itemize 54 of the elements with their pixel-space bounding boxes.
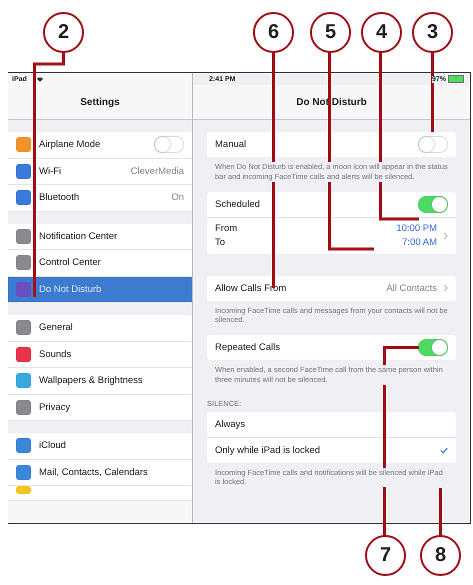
settings-icon xyxy=(16,346,31,362)
settings-icon xyxy=(16,373,31,388)
to-time: 7:00 AM xyxy=(402,237,437,248)
sidebar-item[interactable]: Bluetooth On xyxy=(8,185,192,212)
sidebar-item[interactable]: Airplane Mode xyxy=(8,132,192,158)
option-row[interactable]: Always xyxy=(207,412,456,436)
settings-icon xyxy=(16,438,31,454)
sidebar-item[interactable]: iCloud xyxy=(8,433,192,460)
settings-icon xyxy=(16,400,31,415)
callout-number: 2 xyxy=(43,12,84,53)
toggle-switch[interactable] xyxy=(154,136,184,154)
setting-label: Repeated Calls xyxy=(215,342,281,353)
sidebar-item[interactable]: Control Center xyxy=(8,250,192,276)
sidebar-item[interactable]: Privacy xyxy=(8,394,192,421)
sidebar-item[interactable]: Wi-Fi CleverMedia xyxy=(8,158,192,185)
settings-icon xyxy=(16,190,31,206)
from-time: 10:00 PM xyxy=(396,223,437,234)
callout-number: 5 xyxy=(310,12,351,53)
settings-icon xyxy=(16,164,31,179)
setting-value: All Contacts xyxy=(386,282,437,294)
wifi-icon xyxy=(36,76,44,82)
callout-number: 4 xyxy=(361,12,402,53)
option-row[interactable]: Only while iPad is locked xyxy=(207,436,456,462)
callout-number: 8 xyxy=(420,535,461,576)
sidebar-item[interactable]: Do Not Disturb xyxy=(8,276,192,303)
settings-icon xyxy=(16,282,31,297)
battery-icon xyxy=(448,75,464,83)
toggle-switch[interactable] xyxy=(418,339,448,356)
sidebar-item[interactable]: Mail, Contacts, Calendars xyxy=(8,460,192,486)
checkmark-icon xyxy=(440,446,448,454)
page-title: Do Not Disturb xyxy=(296,96,367,108)
toggle-switch[interactable] xyxy=(418,136,448,153)
setting-label: Scheduled xyxy=(215,198,261,210)
setting-label: Manual xyxy=(215,139,248,150)
settings-icon xyxy=(16,137,31,152)
sidebar-item[interactable]: General xyxy=(8,315,192,342)
sidebar-title: Settings xyxy=(80,96,120,108)
settings-icon xyxy=(16,320,31,336)
sidebar-item[interactable]: Wallpapers & Brightness xyxy=(8,368,192,394)
sidebar-item[interactable]: Sounds xyxy=(8,342,192,368)
chevron-icon xyxy=(443,284,448,292)
leader-line xyxy=(439,488,442,536)
settings-icon xyxy=(16,228,31,244)
to-label: To xyxy=(215,237,226,248)
callout-number: 7 xyxy=(365,535,406,576)
settings-icon xyxy=(16,486,31,494)
callout-number: 3 xyxy=(412,12,453,53)
sidebar-item[interactable]: Notification Center xyxy=(8,224,192,250)
chevron-icon xyxy=(443,232,448,240)
settings-icon xyxy=(16,464,31,480)
toggle-switch[interactable] xyxy=(418,196,448,212)
settings-icon xyxy=(16,255,31,270)
from-label: From xyxy=(215,223,238,234)
callout-number: 6 xyxy=(253,12,294,53)
